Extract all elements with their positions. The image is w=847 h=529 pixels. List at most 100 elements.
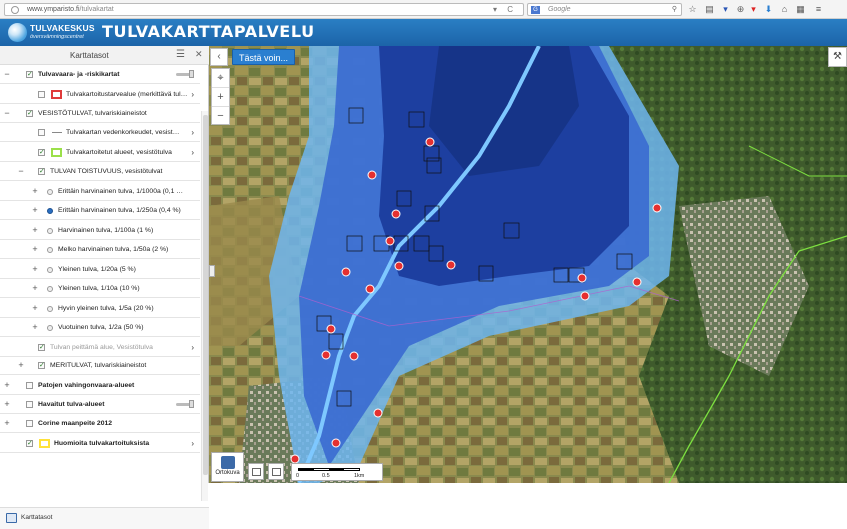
layer-checkbox[interactable] <box>26 382 33 389</box>
search-icon[interactable]: ⚲ <box>672 4 677 16</box>
zoom-in-button[interactable]: + <box>212 88 229 107</box>
expand-icon[interactable]: + <box>2 414 12 432</box>
scrollbar-thumb[interactable] <box>203 115 208 475</box>
chevron-right-icon[interactable]: › <box>191 123 194 141</box>
layer-radio[interactable] <box>47 325 53 331</box>
collapse-icon[interactable]: − <box>2 65 12 83</box>
menu-icon[interactable]: ≡ <box>812 3 825 16</box>
map-canvas[interactable] <box>209 46 847 483</box>
layer-row[interactable]: + Melko harvinainen tulva, 1/50a (2 %) <box>0 240 200 260</box>
opacity-slider[interactable] <box>176 70 194 78</box>
expand-icon[interactable]: + <box>30 279 40 297</box>
reload-icon[interactable]: ▾ C <box>493 4 517 16</box>
clipboard-icon[interactable]: ▤ <box>703 3 716 16</box>
locate-icon[interactable]: ⌖ <box>212 69 229 88</box>
layer-row[interactable]: Tulvakartan vedenkorkeudet, vesist… › <box>0 123 200 143</box>
expand-icon[interactable]: + <box>30 221 40 239</box>
chevron-right-icon[interactable]: › <box>191 338 194 356</box>
logo-main-text: TULVAKESKUS <box>30 23 95 33</box>
expand-icon[interactable]: + <box>30 260 40 278</box>
bookmark-star-icon[interactable]: ☆ <box>686 3 699 16</box>
expand-icon[interactable]: + <box>30 240 40 258</box>
download-icon[interactable]: ⬇ <box>762 3 775 16</box>
expand-icon[interactable]: + <box>2 376 12 394</box>
expand-icon[interactable]: + <box>30 299 40 317</box>
layer-row[interactable]: − VESISTÖTULVAT, tulvariskiaineistot <box>0 104 200 124</box>
expand-icon[interactable]: + <box>30 318 40 336</box>
layer-radio[interactable] <box>47 247 53 253</box>
apps-icon[interactable]: ▦ <box>794 3 807 16</box>
collapse-icon[interactable]: − <box>2 104 12 122</box>
layer-row[interactable]: − Tulvavaara- ja -riskikartat <box>0 65 200 85</box>
layer-row[interactable]: + Vuotuinen tulva, 1/2a (50 %) <box>0 318 200 338</box>
layer-row[interactable]: + Erittäin harvinainen tulva, 1/1000a (0,… <box>0 182 200 202</box>
layer-radio[interactable] <box>47 306 53 312</box>
layer-label: Tulvan peittämä alue, Vesistötulva <box>50 344 153 351</box>
close-icon[interactable]: ✕ <box>195 49 203 60</box>
scale-label-0: 0 <box>296 473 300 479</box>
opacity-slider[interactable] <box>176 400 194 408</box>
expand-icon[interactable]: + <box>30 201 40 219</box>
basemap-button[interactable]: Ortokuva <box>211 452 244 482</box>
layer-row[interactable]: Tulvakartoitustarvealue (merkittävä tul…… <box>0 85 200 105</box>
layer-row[interactable]: + Harvinainen tulva, 1/100a (1 %) <box>0 221 200 241</box>
address-bar[interactable]: www.ymparisto.fi/tulvakartat ▾ C <box>4 3 524 16</box>
hamburger-icon[interactable]: ☰ <box>176 49 185 60</box>
layer-radio[interactable] <box>47 189 53 195</box>
panel-resize-handle[interactable] <box>209 265 215 277</box>
chevron-right-icon[interactable]: › <box>191 85 194 103</box>
layer-checkbox[interactable] <box>38 338 45 356</box>
layer-row[interactable]: + Corine maanpeite 2012 <box>0 414 200 434</box>
layer-row[interactable]: Huomioita tulvakartoituksista › <box>0 434 200 454</box>
layer-checkbox[interactable] <box>26 420 33 427</box>
layer-row[interactable]: Tulvan peittämä alue, Vesistötulva › <box>0 338 200 358</box>
layer-panel-footer[interactable]: Karttatasot <box>0 507 209 529</box>
slider-handle[interactable] <box>189 400 194 408</box>
layer-row[interactable]: + Patojen vahingonvaara-alueet <box>0 376 200 396</box>
basemap-option-2[interactable] <box>268 463 284 480</box>
collapse-icon[interactable]: − <box>16 162 26 180</box>
layer-checkbox[interactable] <box>26 401 33 408</box>
layer-checkbox[interactable] <box>38 91 45 98</box>
logo-globe-icon <box>8 23 27 42</box>
addon-icon[interactable]: ▾ <box>747 3 760 16</box>
tulvakeskus-logo[interactable]: TULVAKESKUS översvämningscentret <box>8 22 95 43</box>
flood-map[interactable] <box>209 46 847 483</box>
layer-checkbox[interactable] <box>26 434 33 452</box>
dropdown-icon[interactable]: ⊕ <box>734 3 747 16</box>
home-icon[interactable]: ⌂ <box>778 3 791 16</box>
layer-checkbox[interactable] <box>38 356 45 374</box>
layer-radio[interactable] <box>47 286 53 292</box>
layer-checkbox[interactable] <box>26 65 33 83</box>
url-path: /tulvakartat <box>79 6 114 13</box>
layer-checkbox[interactable] <box>38 143 45 161</box>
layer-row[interactable]: + Yleinen tulva, 1/10a (10 %) <box>0 279 200 299</box>
scrollbar[interactable] <box>201 111 208 501</box>
tools-icon[interactable]: ⚒ <box>828 47 847 67</box>
slider-handle[interactable] <box>189 70 194 78</box>
chevron-right-icon[interactable]: › <box>191 434 194 452</box>
layer-row[interactable]: + Yleinen tulva, 1/20a (5 %) <box>0 260 200 280</box>
layer-row[interactable]: + Erittäin harvinainen tulva, 1/250a (0,4… <box>0 201 200 221</box>
basemap-option-1[interactable] <box>248 463 264 480</box>
layer-radio[interactable] <box>47 228 53 234</box>
expand-icon[interactable]: + <box>2 395 12 413</box>
layer-row[interactable]: + MERITULVAT, tulvariskiaineistot <box>0 356 200 376</box>
expand-icon[interactable]: + <box>30 182 40 200</box>
layer-row[interactable]: Tulvakartoitetut alueet, vesistötulva › <box>0 143 200 163</box>
expand-icon[interactable]: + <box>16 356 26 374</box>
tasta-voin-button[interactable]: Tästä voin... <box>232 49 296 65</box>
chevron-right-icon[interactable]: › <box>191 143 194 161</box>
layer-checkbox[interactable] <box>26 104 33 122</box>
layer-radio[interactable] <box>47 267 53 273</box>
pocket-icon[interactable]: ▾ <box>719 3 732 16</box>
layer-radio[interactable] <box>47 208 53 214</box>
zoom-out-button[interactable]: − <box>212 107 229 126</box>
layer-checkbox[interactable] <box>38 129 45 136</box>
search-field[interactable]: G Google ⚲ <box>527 3 682 16</box>
collapse-panel-button[interactable]: ‹ <box>210 48 228 66</box>
layer-row[interactable]: − TULVAN TOISTUVUUS, vesistötulvat <box>0 162 200 182</box>
layer-row[interactable]: + Havaitut tulva-alueet <box>0 395 200 415</box>
layer-checkbox[interactable] <box>38 162 45 180</box>
layer-row[interactable]: + Hyvin yleinen tulva, 1/5a (20 %) <box>0 299 200 319</box>
